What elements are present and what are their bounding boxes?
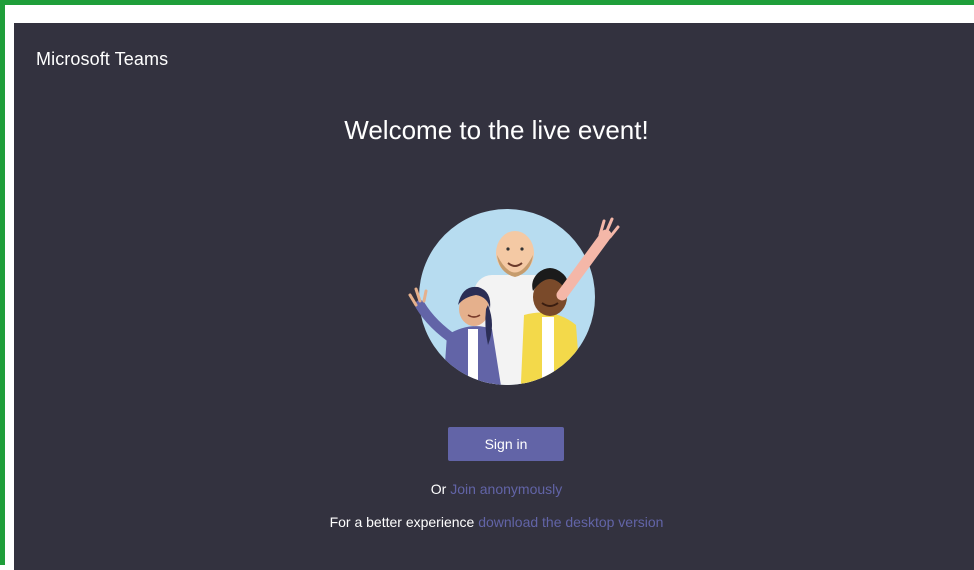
welcome-illustration (408, 209, 620, 385)
better-experience-label: For a better experience (329, 514, 475, 530)
or-label: Or (430, 481, 447, 497)
screenshot-frame: Microsoft Teams Welcome to the live even… (0, 0, 974, 570)
sign-in-button[interactable]: Sign in (448, 427, 564, 461)
better-experience-line: For a better experience download the des… (14, 514, 974, 530)
teams-welcome-page: Microsoft Teams Welcome to the live even… (14, 23, 974, 570)
app-title: Microsoft Teams (36, 49, 169, 69)
download-desktop-link[interactable]: download the desktop version (478, 514, 663, 530)
welcome-heading: Welcome to the live event! (344, 115, 649, 145)
join-anonymously-link[interactable]: Join anonymously (450, 481, 562, 497)
join-anonymously-line: Or Join anonymously (14, 481, 974, 497)
